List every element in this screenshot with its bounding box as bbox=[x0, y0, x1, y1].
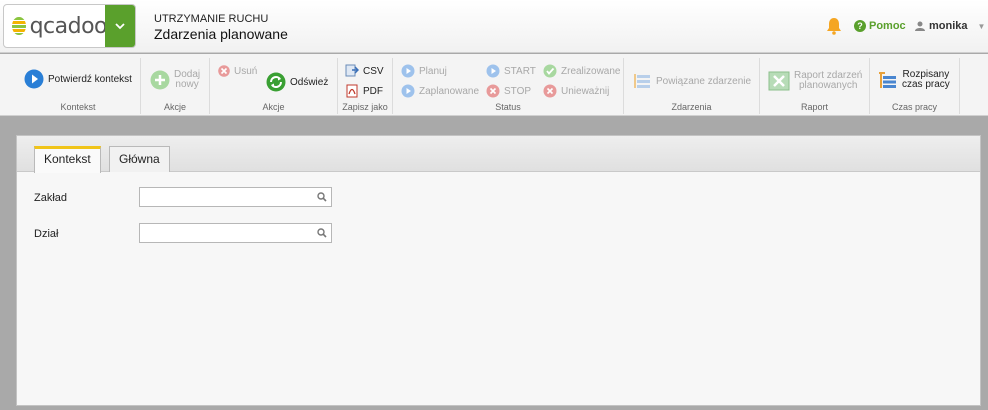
tab-context[interactable]: Kontekst bbox=[34, 146, 101, 173]
ribbon-group-report: Raport zdarzeń planowanych Raport bbox=[760, 58, 870, 114]
worktime-icon bbox=[879, 72, 896, 88]
tab-bar: Kontekst Główna bbox=[17, 136, 980, 173]
excel-icon bbox=[768, 71, 790, 91]
add-new-button[interactable]: Dodaj nowy bbox=[150, 70, 200, 90]
group-label-events: Zdarzenia bbox=[671, 102, 712, 112]
stop-button[interactable]: STOP bbox=[486, 84, 531, 98]
start-button[interactable]: START bbox=[486, 64, 536, 78]
ribbon-group-actions-2: Usuń Odśwież Akcje bbox=[210, 58, 338, 114]
help-label: Pomoc bbox=[869, 20, 906, 32]
ribbon-group-context: Potwierdź kontekst Kontekst bbox=[16, 58, 141, 114]
caret-down-icon: ▼ bbox=[977, 21, 986, 31]
group-label-actions-1: Akcje bbox=[163, 102, 186, 112]
related-event-icon bbox=[634, 74, 650, 88]
group-label-context: Kontekst bbox=[60, 102, 96, 112]
department-lookup-field[interactable] bbox=[139, 223, 332, 243]
planned-icon bbox=[401, 84, 415, 98]
ribbon-group-actions-1: Dodaj nowy Akcje bbox=[141, 58, 210, 114]
group-label-actions-2: Akcje bbox=[262, 102, 285, 112]
refresh-icon bbox=[266, 72, 286, 92]
delete-icon bbox=[218, 65, 230, 77]
search-icon bbox=[317, 192, 327, 202]
form-panel: Kontekst Główna Zakład Dział bbox=[16, 135, 981, 406]
chevron-down-icon bbox=[115, 22, 125, 29]
delete-button[interactable]: Usuń bbox=[218, 65, 257, 77]
stop-icon bbox=[486, 84, 500, 98]
department-search-button[interactable] bbox=[313, 224, 331, 242]
check-icon bbox=[543, 64, 557, 78]
worktime-label-2: czas pracy bbox=[902, 79, 950, 90]
page-title: Zdarzenia planowane bbox=[154, 26, 288, 42]
report-label-2: planowanych bbox=[799, 80, 858, 91]
group-label-status: Status bbox=[495, 102, 521, 112]
plan-button[interactable]: Planuj bbox=[401, 64, 447, 78]
related-event-button[interactable]: Powiązane zdarzenie bbox=[632, 71, 751, 91]
help-link[interactable]: ? Pomoc bbox=[854, 20, 906, 32]
play-icon bbox=[24, 69, 44, 89]
cancel-event-button[interactable]: Unieważnij bbox=[543, 84, 609, 98]
tab-main[interactable]: Główna bbox=[109, 146, 170, 172]
app-logo-menu[interactable]: qcadoo bbox=[3, 4, 136, 48]
cancel-event-label: Unieważnij bbox=[561, 85, 610, 97]
csv-label: CSV bbox=[363, 65, 384, 77]
plant-label: Zakład bbox=[34, 192, 68, 204]
csv-icon bbox=[345, 64, 359, 77]
plan-icon bbox=[401, 64, 415, 78]
user-name: monika bbox=[929, 20, 968, 32]
action-ribbon: Potwierdź kontekst Kontekst Dodaj nowy Ak… bbox=[0, 54, 988, 116]
related-event-label: Powiązane zdarzenie bbox=[656, 75, 752, 87]
ribbon-group-save-as: CSV PDF Zapisz jako bbox=[338, 58, 393, 114]
planned-button[interactable]: Zaplanowane bbox=[401, 84, 479, 98]
group-label-worktime: Czas pracy bbox=[891, 102, 937, 112]
user-icon bbox=[915, 21, 925, 31]
plant-lookup-field[interactable] bbox=[139, 187, 332, 207]
separator-bar bbox=[0, 117, 988, 135]
notifications-bell-icon[interactable] bbox=[826, 17, 842, 35]
refresh-button[interactable]: Odśwież bbox=[266, 72, 328, 92]
section-title: UTRZYMANIE RUCHU bbox=[154, 13, 269, 25]
pdf-icon bbox=[346, 84, 358, 98]
search-icon bbox=[317, 228, 327, 238]
user-menu[interactable]: monika ▼ bbox=[915, 20, 985, 32]
ribbon-group-status: Planuj Zaplanowane START STOP Zrealizowa… bbox=[393, 58, 624, 114]
realized-label: Zrealizowane bbox=[561, 65, 621, 77]
add-new-label-2: nowy bbox=[175, 79, 199, 90]
report-button[interactable]: Raport zdarzeń planowanych bbox=[768, 70, 862, 92]
realized-button[interactable]: Zrealizowane bbox=[543, 64, 620, 78]
start-label: START bbox=[504, 65, 536, 77]
confirm-context-label: Potwierdź kontekst bbox=[48, 73, 132, 85]
planned-label: Zaplanowane bbox=[419, 85, 480, 97]
logo-text: qcadoo bbox=[29, 13, 108, 39]
confirm-context-button[interactable]: Potwierdź kontekst bbox=[24, 69, 132, 89]
plan-label: Planuj bbox=[419, 65, 447, 77]
plant-search-button[interactable] bbox=[313, 188, 331, 206]
stop-label: STOP bbox=[504, 85, 532, 97]
start-icon bbox=[486, 64, 500, 78]
refresh-label: Odśwież bbox=[290, 76, 329, 88]
department-label: Dział bbox=[34, 228, 59, 240]
logo: qcadoo bbox=[4, 5, 108, 47]
export-pdf-button[interactable]: PDF bbox=[345, 84, 383, 98]
export-csv-button[interactable]: CSV bbox=[345, 64, 384, 78]
menu-dropdown-button[interactable] bbox=[105, 5, 135, 47]
delete-label: Usuń bbox=[234, 65, 258, 77]
ribbon-group-events: Powiązane zdarzenie Zdarzenia bbox=[624, 58, 760, 114]
ribbon-group-worktime: Rozpisany czas pracy Czas pracy bbox=[870, 58, 960, 114]
add-icon bbox=[150, 70, 170, 90]
qcadoo-logo-icon bbox=[12, 17, 26, 35]
pdf-label: PDF bbox=[363, 85, 383, 97]
cancel-icon bbox=[543, 84, 557, 98]
help-icon: ? bbox=[854, 20, 866, 32]
top-header: qcadoo UTRZYMANIE RUCHU Zdarzenia planow… bbox=[0, 0, 988, 53]
group-label-save-as: Zapisz jako bbox=[342, 102, 388, 112]
group-label-report: Raport bbox=[800, 102, 828, 112]
worktime-button[interactable]: Rozpisany czas pracy bbox=[878, 70, 950, 90]
